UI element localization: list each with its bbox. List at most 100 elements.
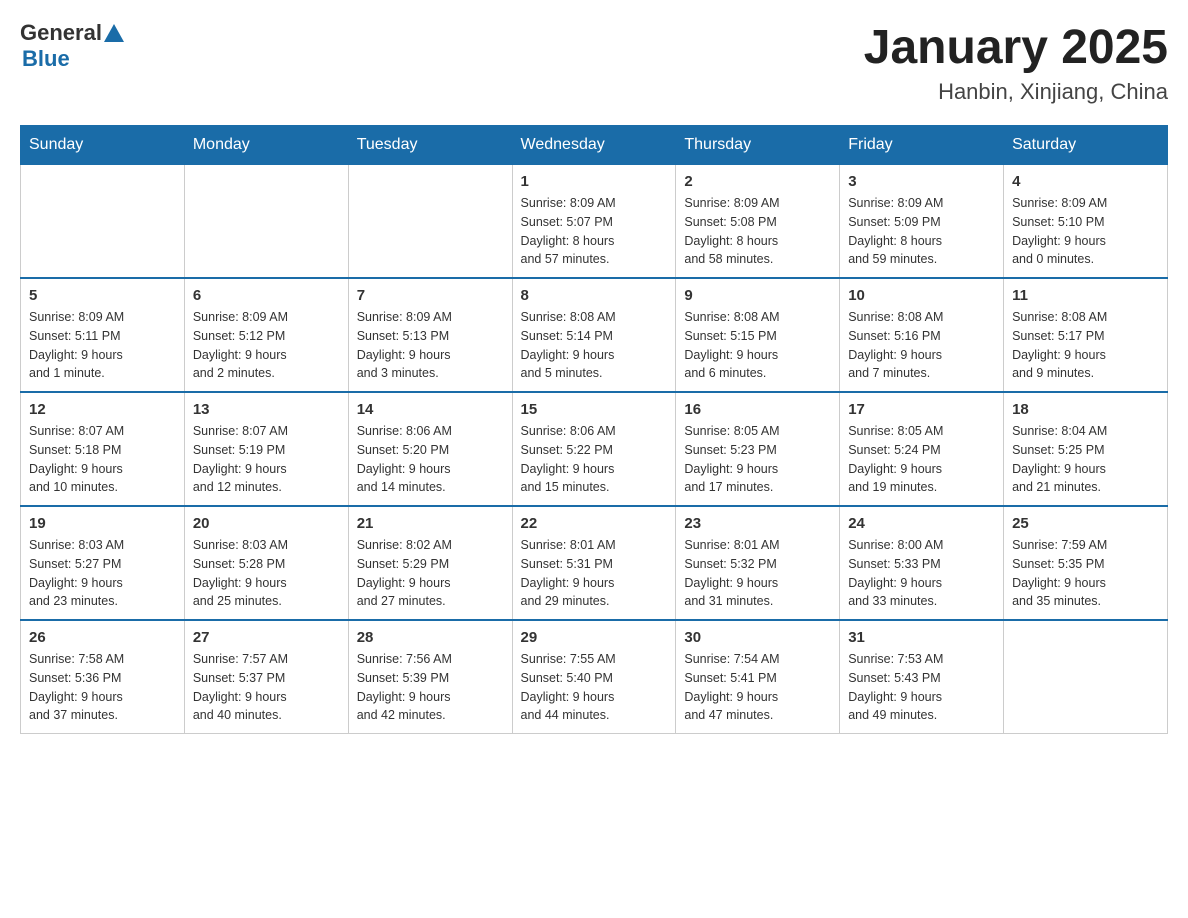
day-header-wednesday: Wednesday <box>512 126 676 165</box>
day-number: 21 <box>357 515 504 532</box>
calendar-week-row: 1Sunrise: 8:09 AM Sunset: 5:07 PM Daylig… <box>21 165 1168 279</box>
day-info: Sunrise: 8:08 AM Sunset: 5:14 PM Dayligh… <box>521 308 668 383</box>
day-number: 26 <box>29 629 176 646</box>
day-info: Sunrise: 8:06 AM Sunset: 5:22 PM Dayligh… <box>521 422 668 497</box>
day-info: Sunrise: 8:08 AM Sunset: 5:15 PM Dayligh… <box>684 308 831 383</box>
day-header-saturday: Saturday <box>1004 126 1168 165</box>
calendar-week-row: 26 Sunrise: 7:58 AM Sunset: 5:36 PM Dayli… <box>21 620 1168 734</box>
day-number: 4 <box>1012 173 1159 190</box>
calendar-cell: 27 Sunrise: 7:57 AM Sunset: 5:37 PM Dayli… <box>184 620 348 734</box>
calendar-cell: 15 Sunrise: 8:06 AM Sunset: 5:22 PM Dayli… <box>512 392 676 506</box>
day-number: 29 <box>521 629 668 646</box>
day-header-thursday: Thursday <box>676 126 840 165</box>
calendar-cell <box>1004 620 1168 734</box>
day-header-sunday: Sunday <box>21 126 185 165</box>
day-number: 24 <box>848 515 995 532</box>
calendar-header-row: SundayMondayTuesdayWednesdayThursdayFrid… <box>21 126 1168 165</box>
calendar-cell: 19 Sunrise: 8:03 AM Sunset: 5:27 PM Dayli… <box>21 506 185 620</box>
calendar-cell: 25Sunrise: 7:59 AM Sunset: 5:35 PM Dayli… <box>1004 506 1168 620</box>
day-number: 7 <box>357 287 504 304</box>
calendar-cell: 13 Sunrise: 8:07 AM Sunset: 5:19 PM Dayli… <box>184 392 348 506</box>
day-number: 12 <box>29 401 176 418</box>
calendar-cell: 31 Sunrise: 7:53 AM Sunset: 5:43 PM Dayli… <box>840 620 1004 734</box>
calendar-cell: 17Sunrise: 8:05 AM Sunset: 5:24 PM Dayli… <box>840 392 1004 506</box>
calendar-cell: 9Sunrise: 8:08 AM Sunset: 5:15 PM Daylig… <box>676 278 840 392</box>
day-number: 10 <box>848 287 995 304</box>
calendar-week-row: 5Sunrise: 8:09 AM Sunset: 5:11 PM Daylig… <box>21 278 1168 392</box>
day-number: 6 <box>193 287 340 304</box>
day-info: Sunrise: 8:03 AM Sunset: 5:28 PM Dayligh… <box>193 536 340 611</box>
day-info: Sunrise: 8:06 AM Sunset: 5:20 PM Dayligh… <box>357 422 504 497</box>
day-info: Sunrise: 8:09 AM Sunset: 5:09 PM Dayligh… <box>848 194 995 269</box>
calendar-cell: 30 Sunrise: 7:54 AM Sunset: 5:41 PM Dayli… <box>676 620 840 734</box>
day-info: Sunrise: 8:01 AM Sunset: 5:31 PM Dayligh… <box>521 536 668 611</box>
day-number: 22 <box>521 515 668 532</box>
day-info: Sunrise: 8:00 AM Sunset: 5:33 PM Dayligh… <box>848 536 995 611</box>
calendar-cell: 3 Sunrise: 8:09 AM Sunset: 5:09 PM Daylig… <box>840 165 1004 279</box>
day-info: Sunrise: 8:09 AM Sunset: 5:13 PM Dayligh… <box>357 308 504 383</box>
day-number: 11 <box>1012 287 1159 304</box>
day-number: 2 <box>684 173 831 190</box>
day-info: Sunrise: 8:04 AM Sunset: 5:25 PM Dayligh… <box>1012 422 1159 497</box>
calendar-cell <box>21 165 185 279</box>
day-info: Sunrise: 8:05 AM Sunset: 5:23 PM Dayligh… <box>684 422 831 497</box>
calendar-cell: 7 Sunrise: 8:09 AM Sunset: 5:13 PM Daylig… <box>348 278 512 392</box>
day-number: 31 <box>848 629 995 646</box>
day-info: Sunrise: 8:08 AM Sunset: 5:16 PM Dayligh… <box>848 308 995 383</box>
day-number: 16 <box>684 401 831 418</box>
calendar-cell: 10 Sunrise: 8:08 AM Sunset: 5:16 PM Dayli… <box>840 278 1004 392</box>
logo-general-text: General <box>20 20 102 46</box>
day-info: Sunrise: 7:58 AM Sunset: 5:36 PM Dayligh… <box>29 650 176 725</box>
day-number: 15 <box>521 401 668 418</box>
calendar-cell: 6 Sunrise: 8:09 AM Sunset: 5:12 PM Daylig… <box>184 278 348 392</box>
calendar-subtitle: Hanbin, Xinjiang, China <box>864 79 1168 105</box>
calendar-week-row: 19 Sunrise: 8:03 AM Sunset: 5:27 PM Dayli… <box>21 506 1168 620</box>
day-number: 30 <box>684 629 831 646</box>
day-number: 8 <box>521 287 668 304</box>
day-info: Sunrise: 7:57 AM Sunset: 5:37 PM Dayligh… <box>193 650 340 725</box>
calendar-table: SundayMondayTuesdayWednesdayThursdayFrid… <box>20 125 1168 734</box>
calendar-cell: 20 Sunrise: 8:03 AM Sunset: 5:28 PM Dayli… <box>184 506 348 620</box>
day-info: Sunrise: 8:01 AM Sunset: 5:32 PM Dayligh… <box>684 536 831 611</box>
day-info: Sunrise: 8:09 AM Sunset: 5:12 PM Dayligh… <box>193 308 340 383</box>
day-info: Sunrise: 8:07 AM Sunset: 5:18 PM Dayligh… <box>29 422 176 497</box>
calendar-cell <box>348 165 512 279</box>
day-info: Sunrise: 8:09 AM Sunset: 5:11 PM Dayligh… <box>29 308 176 383</box>
logo-blue-text: Blue <box>22 46 70 72</box>
day-info: Sunrise: 8:09 AM Sunset: 5:10 PM Dayligh… <box>1012 194 1159 269</box>
calendar-cell: 23 Sunrise: 8:01 AM Sunset: 5:32 PM Dayli… <box>676 506 840 620</box>
day-info: Sunrise: 7:55 AM Sunset: 5:40 PM Dayligh… <box>521 650 668 725</box>
calendar-cell: 18Sunrise: 8:04 AM Sunset: 5:25 PM Dayli… <box>1004 392 1168 506</box>
day-info: Sunrise: 8:03 AM Sunset: 5:27 PM Dayligh… <box>29 536 176 611</box>
day-number: 25 <box>1012 515 1159 532</box>
day-number: 13 <box>193 401 340 418</box>
calendar-cell: 24 Sunrise: 8:00 AM Sunset: 5:33 PM Dayli… <box>840 506 1004 620</box>
calendar-cell: 12 Sunrise: 8:07 AM Sunset: 5:18 PM Dayli… <box>21 392 185 506</box>
day-info: Sunrise: 7:56 AM Sunset: 5:39 PM Dayligh… <box>357 650 504 725</box>
calendar-cell: 14Sunrise: 8:06 AM Sunset: 5:20 PM Dayli… <box>348 392 512 506</box>
day-number: 23 <box>684 515 831 532</box>
day-header-monday: Monday <box>184 126 348 165</box>
day-number: 27 <box>193 629 340 646</box>
day-number: 19 <box>29 515 176 532</box>
day-info: Sunrise: 7:53 AM Sunset: 5:43 PM Dayligh… <box>848 650 995 725</box>
day-header-tuesday: Tuesday <box>348 126 512 165</box>
page-header: General Blue January 2025 Hanbin, Xinjia… <box>20 20 1168 105</box>
calendar-cell: 16 Sunrise: 8:05 AM Sunset: 5:23 PM Dayli… <box>676 392 840 506</box>
calendar-cell: 29 Sunrise: 7:55 AM Sunset: 5:40 PM Dayli… <box>512 620 676 734</box>
day-header-friday: Friday <box>840 126 1004 165</box>
calendar-cell: 21 Sunrise: 8:02 AM Sunset: 5:29 PM Dayli… <box>348 506 512 620</box>
calendar-title: January 2025 <box>864 20 1168 75</box>
day-info: Sunrise: 8:02 AM Sunset: 5:29 PM Dayligh… <box>357 536 504 611</box>
day-number: 1 <box>521 173 668 190</box>
calendar-cell: 4 Sunrise: 8:09 AM Sunset: 5:10 PM Daylig… <box>1004 165 1168 279</box>
day-info: Sunrise: 8:08 AM Sunset: 5:17 PM Dayligh… <box>1012 308 1159 383</box>
day-info: Sunrise: 8:07 AM Sunset: 5:19 PM Dayligh… <box>193 422 340 497</box>
day-number: 20 <box>193 515 340 532</box>
day-number: 3 <box>848 173 995 190</box>
logo: General Blue <box>20 20 124 72</box>
calendar-cell: 8 Sunrise: 8:08 AM Sunset: 5:14 PM Daylig… <box>512 278 676 392</box>
calendar-cell: 11 Sunrise: 8:08 AM Sunset: 5:17 PM Dayli… <box>1004 278 1168 392</box>
day-info: Sunrise: 7:54 AM Sunset: 5:41 PM Dayligh… <box>684 650 831 725</box>
calendar-cell: 1Sunrise: 8:09 AM Sunset: 5:07 PM Daylig… <box>512 165 676 279</box>
